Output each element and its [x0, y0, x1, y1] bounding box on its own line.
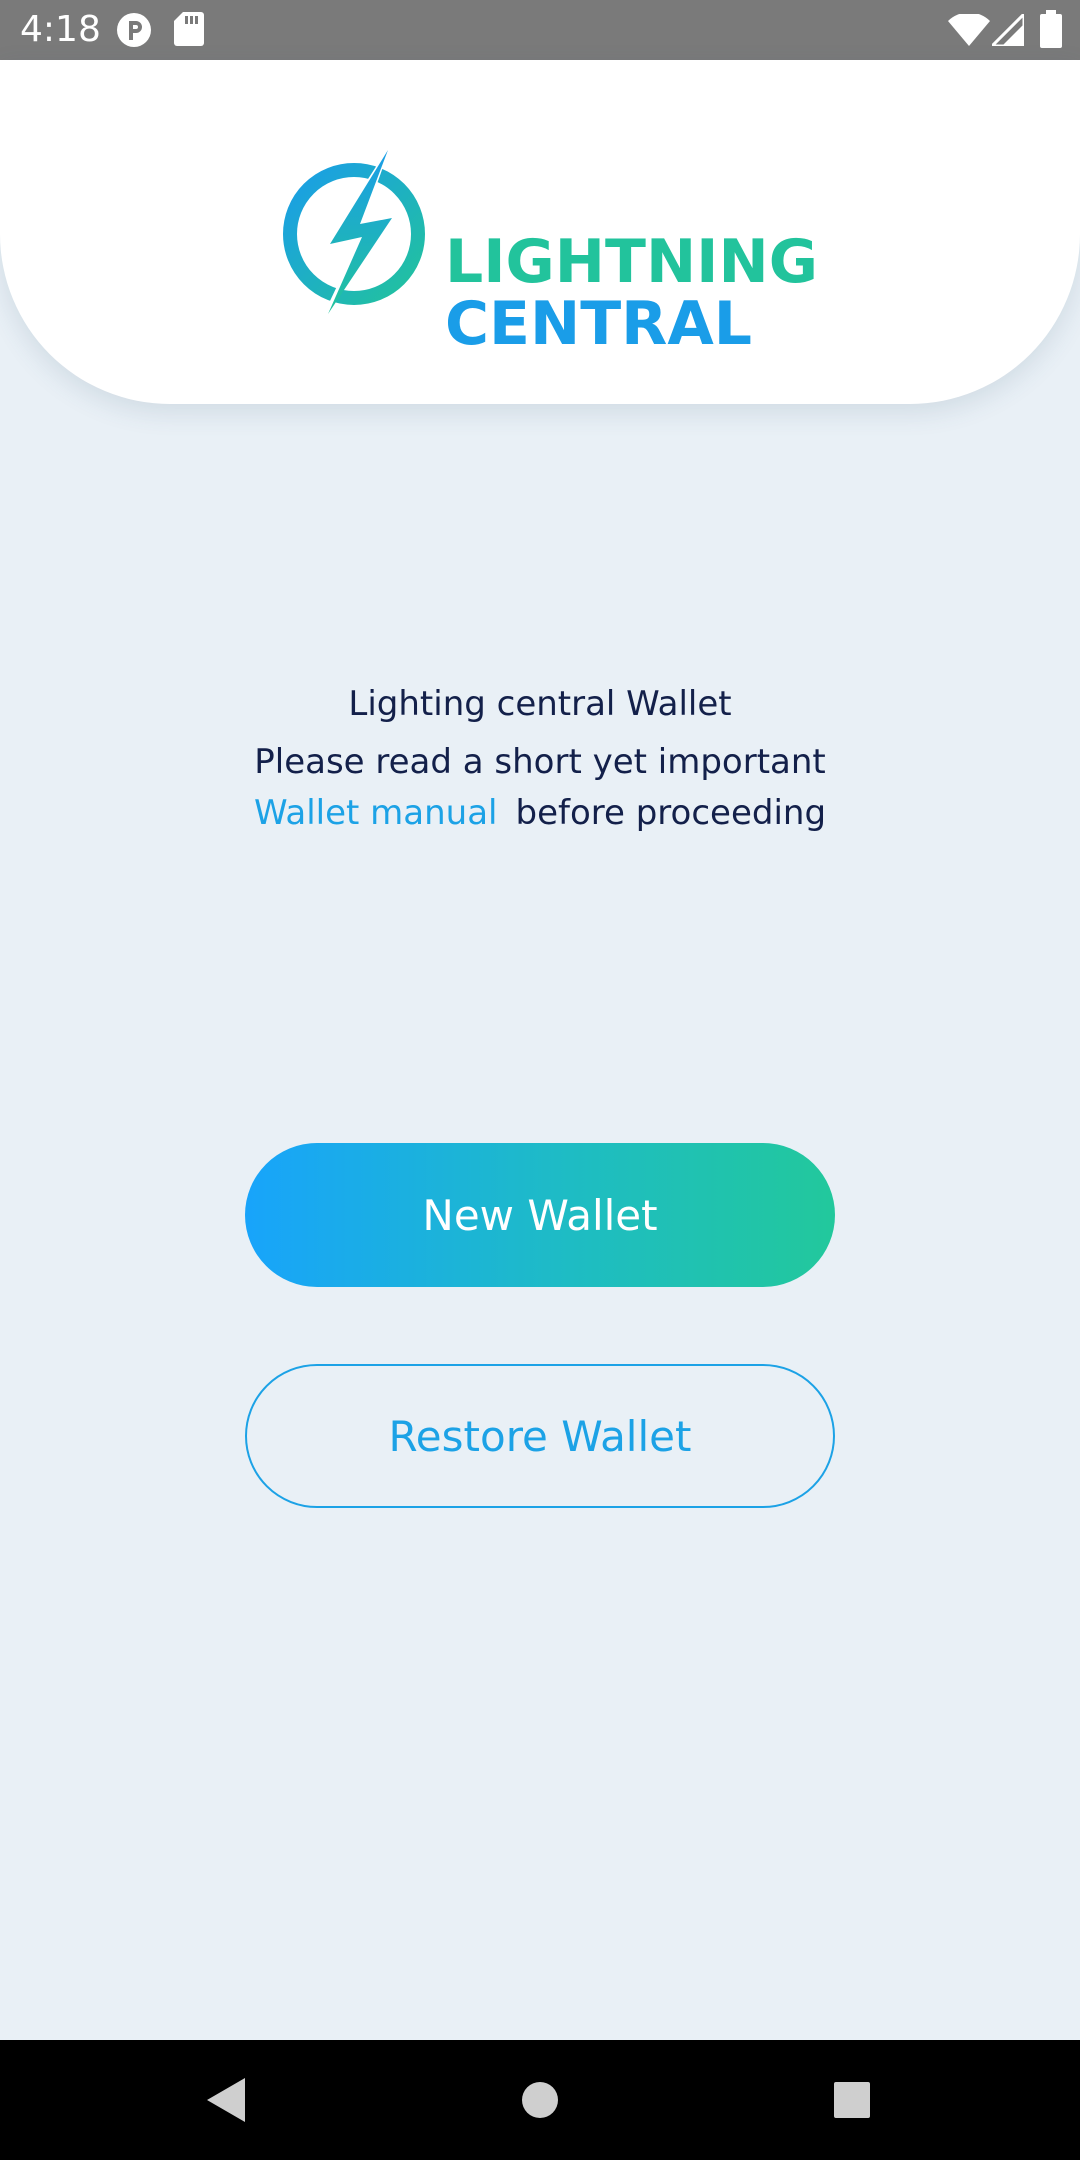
- navigation-bar: [0, 2040, 1080, 2160]
- restore-wallet-label: Restore Wallet: [388, 1411, 692, 1461]
- back-icon[interactable]: [165, 2040, 285, 2160]
- home-icon[interactable]: [480, 2040, 600, 2160]
- status-time: 4:18: [20, 9, 101, 50]
- wallet-manual-link[interactable]: Wallet manual: [254, 793, 498, 833]
- intro-line3: Wallet manual before proceeding: [0, 788, 1080, 838]
- sd-card-icon: [174, 12, 204, 50]
- wifi-icon: [948, 12, 990, 50]
- new-wallet-label: New Wallet: [422, 1190, 658, 1240]
- status-bar: 4:18: [0, 0, 1080, 60]
- intro-title: Lighting central Wallet: [348, 684, 732, 724]
- intro-text-block: Lighting central Wallet Please read a sh…: [0, 676, 1080, 838]
- logo-text-line2: CENTRAL: [445, 289, 753, 359]
- restore-wallet-button[interactable]: Restore Wallet: [245, 1364, 835, 1508]
- cell-signal-icon: [988, 10, 1026, 50]
- header-card: LIGHTNING CENTRAL: [0, 60, 1080, 404]
- intro-line3-text: before proceeding: [515, 793, 827, 833]
- new-wallet-button[interactable]: New Wallet: [245, 1143, 835, 1287]
- recents-icon[interactable]: [792, 2040, 912, 2160]
- app-logo: LIGHTNING CENTRAL: [280, 142, 820, 356]
- lightning-bolt-icon: [280, 142, 436, 322]
- screen: 4:18 LIGHTNING CENTRAL Lighting central …: [0, 0, 1080, 2160]
- logo-text-line1: LIGHTNING: [445, 227, 818, 297]
- account-circle-icon: [116, 12, 152, 52]
- intro-line2: Please read a short yet important: [254, 742, 826, 782]
- battery-icon: [1040, 10, 1062, 52]
